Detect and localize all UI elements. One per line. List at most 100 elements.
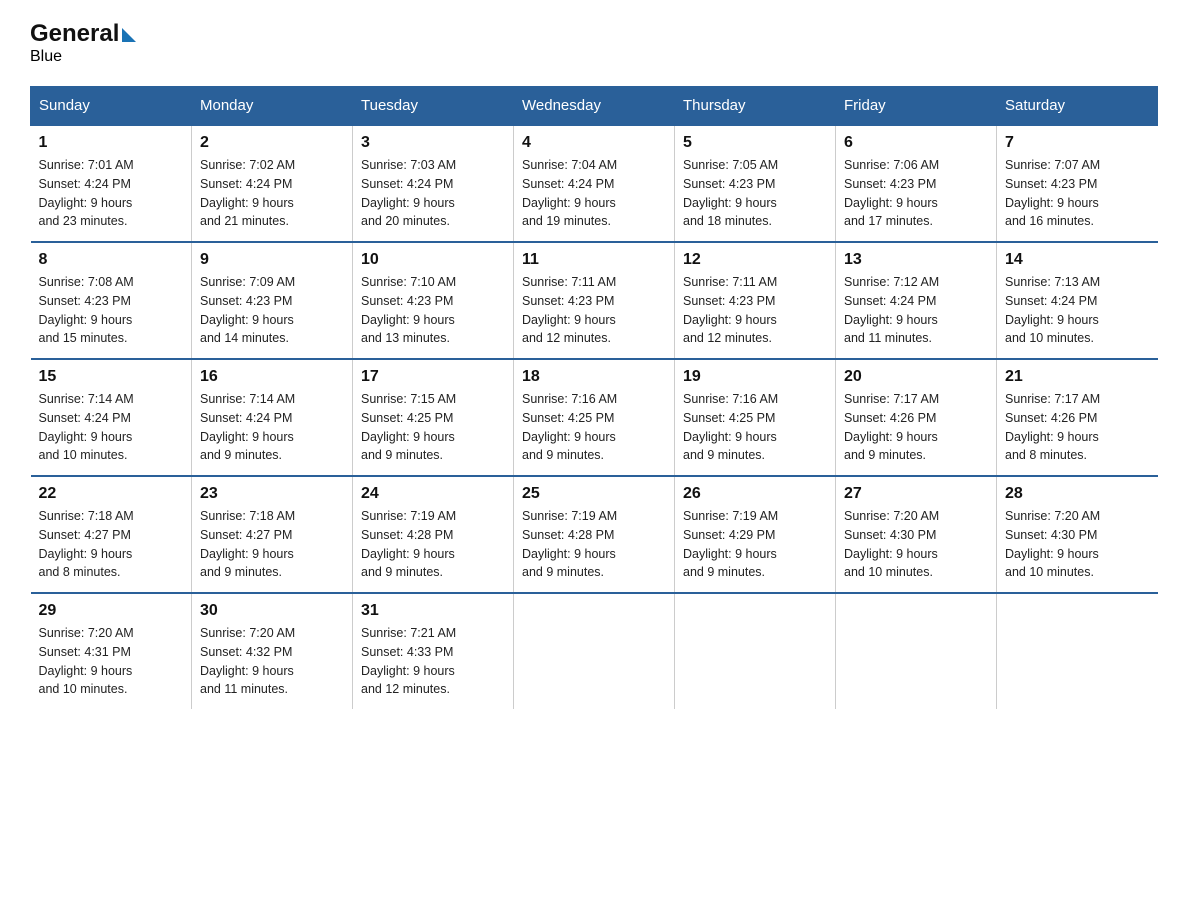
day-info: Sunrise: 7:20 AMSunset: 4:30 PMDaylight:… (1005, 507, 1150, 582)
day-number: 11 (522, 251, 666, 269)
calendar-cell: 23 Sunrise: 7:18 AMSunset: 4:27 PMDayligh… (192, 476, 353, 593)
calendar-cell: 20Sunrise: 7:17 AMSunset: 4:26 PMDayligh… (836, 359, 997, 476)
day-number: 1 (39, 134, 184, 152)
day-number: 28 (1005, 485, 1150, 503)
calendar-cell: 10 Sunrise: 7:10 AMSunset: 4:23 PMDayligh… (353, 242, 514, 359)
logo-blue-text: Blue (30, 48, 62, 66)
day-info: Sunrise: 7:20 AMSunset: 4:31 PMDaylight:… (39, 624, 184, 699)
header-day-tuesday: Tuesday (353, 87, 514, 126)
day-number: 27 (844, 485, 988, 503)
calendar-cell: 9Sunrise: 7:09 AMSunset: 4:23 PMDaylight… (192, 242, 353, 359)
calendar-cell: 17 Sunrise: 7:15 AMSunset: 4:25 PMDayligh… (353, 359, 514, 476)
calendar-cell: 21Sunrise: 7:17 AMSunset: 4:26 PMDayligh… (997, 359, 1158, 476)
calendar-header-row: SundayMondayTuesdayWednesdayThursdayFrid… (31, 87, 1158, 126)
day-info: Sunrise: 7:12 AMSunset: 4:24 PMDaylight:… (844, 273, 988, 348)
day-number: 13 (844, 251, 988, 269)
day-info: Sunrise: 7:02 AMSunset: 4:24 PMDaylight:… (200, 156, 344, 231)
day-number: 15 (39, 368, 184, 386)
calendar-cell: 14 Sunrise: 7:13 AMSunset: 4:24 PMDayligh… (997, 242, 1158, 359)
header-day-saturday: Saturday (997, 87, 1158, 126)
day-number: 31 (361, 602, 505, 620)
calendar-cell: 28 Sunrise: 7:20 AMSunset: 4:30 PMDayligh… (997, 476, 1158, 593)
calendar-cell: 16Sunrise: 7:14 AMSunset: 4:24 PMDayligh… (192, 359, 353, 476)
calendar-cell: 7 Sunrise: 7:07 AMSunset: 4:23 PMDaylight… (997, 125, 1158, 242)
day-info: Sunrise: 7:16 AMSunset: 4:25 PMDaylight:… (522, 390, 666, 465)
day-info: Sunrise: 7:10 AMSunset: 4:23 PMDaylight:… (361, 273, 505, 348)
day-number: 23 (200, 485, 344, 503)
calendar-cell: 1 Sunrise: 7:01 AMSunset: 4:24 PMDaylight… (31, 125, 192, 242)
day-number: 12 (683, 251, 827, 269)
day-info: Sunrise: 7:03 AMSunset: 4:24 PMDaylight:… (361, 156, 505, 231)
day-info: Sunrise: 7:20 AMSunset: 4:30 PMDaylight:… (844, 507, 988, 582)
day-info: Sunrise: 7:04 AMSunset: 4:24 PMDaylight:… (522, 156, 666, 231)
calendar-week-row: 8Sunrise: 7:08 AMSunset: 4:23 PMDaylight… (31, 242, 1158, 359)
calendar-week-row: 15 Sunrise: 7:14 AMSunset: 4:24 PMDayligh… (31, 359, 1158, 476)
logo: General Blue (30, 20, 136, 66)
calendar-week-row: 1 Sunrise: 7:01 AMSunset: 4:24 PMDaylight… (31, 125, 1158, 242)
calendar-cell: 6 Sunrise: 7:06 AMSunset: 4:23 PMDaylight… (836, 125, 997, 242)
day-number: 7 (1005, 134, 1150, 152)
day-info: Sunrise: 7:15 AMSunset: 4:25 PMDaylight:… (361, 390, 505, 465)
calendar-cell: 22Sunrise: 7:18 AMSunset: 4:27 PMDayligh… (31, 476, 192, 593)
calendar-cell: 12 Sunrise: 7:11 AMSunset: 4:23 PMDayligh… (675, 242, 836, 359)
day-info: Sunrise: 7:11 AMSunset: 4:23 PMDaylight:… (522, 273, 666, 348)
calendar-week-row: 22 Sunrise: 7:18 AMSunset: 4:27 PMDayligh… (31, 476, 1158, 593)
day-info: Sunrise: 7:18 AMSunset: 4:27 PMDaylight:… (200, 507, 344, 582)
day-number: 6 (844, 134, 988, 152)
day-info: Sunrise: 7:11 AMSunset: 4:23 PMDaylight:… (683, 273, 827, 348)
calendar-cell: 24 Sunrise: 7:19 AMSunset: 4:28 PMDayligh… (353, 476, 514, 593)
header-day-friday: Friday (836, 87, 997, 126)
day-number: 21 (1005, 368, 1150, 386)
day-number: 17 (361, 368, 505, 386)
calendar-cell: 5 Sunrise: 7:05 AMSunset: 4:23 PMDaylight… (675, 125, 836, 242)
day-number: 2 (200, 134, 344, 152)
day-info: Sunrise: 7:01 AMSunset: 4:24 PMDaylight:… (39, 156, 184, 231)
calendar-table: SundayMondayTuesdayWednesdayThursdayFrid… (30, 86, 1158, 709)
header-day-monday: Monday (192, 87, 353, 126)
calendar-cell: 11 Sunrise: 7:11 AMSunset: 4:23 PMDayligh… (514, 242, 675, 359)
header-day-sunday: Sunday (31, 87, 192, 126)
day-info: Sunrise: 7:06 AMSunset: 4:23 PMDaylight:… (844, 156, 988, 231)
calendar-cell: 18Sunrise: 7:16 AMSunset: 4:25 PMDayligh… (514, 359, 675, 476)
day-number: 3 (361, 134, 505, 152)
day-number: 22 (39, 485, 184, 503)
header-day-thursday: Thursday (675, 87, 836, 126)
day-number: 10 (361, 251, 505, 269)
day-number: 14 (1005, 251, 1150, 269)
day-number: 24 (361, 485, 505, 503)
day-info: Sunrise: 7:05 AMSunset: 4:23 PMDaylight:… (683, 156, 827, 231)
day-info: Sunrise: 7:13 AMSunset: 4:24 PMDaylight:… (1005, 273, 1150, 348)
day-info: Sunrise: 7:21 AMSunset: 4:33 PMDaylight:… (361, 624, 505, 699)
calendar-cell (997, 593, 1158, 709)
calendar-cell: 25Sunrise: 7:19 AMSunset: 4:28 PMDayligh… (514, 476, 675, 593)
day-info: Sunrise: 7:19 AMSunset: 4:28 PMDaylight:… (522, 507, 666, 582)
day-info: Sunrise: 7:20 AMSunset: 4:32 PMDaylight:… (200, 624, 344, 699)
calendar-cell (836, 593, 997, 709)
calendar-cell: 19Sunrise: 7:16 AMSunset: 4:25 PMDayligh… (675, 359, 836, 476)
logo-general-text: General (30, 20, 119, 48)
calendar-cell: 8Sunrise: 7:08 AMSunset: 4:23 PMDaylight… (31, 242, 192, 359)
day-info: Sunrise: 7:07 AMSunset: 4:23 PMDaylight:… (1005, 156, 1150, 231)
day-number: 4 (522, 134, 666, 152)
page-header: General Blue (30, 20, 1158, 66)
day-info: Sunrise: 7:14 AMSunset: 4:24 PMDaylight:… (200, 390, 344, 465)
calendar-week-row: 29Sunrise: 7:20 AMSunset: 4:31 PMDayligh… (31, 593, 1158, 709)
day-info: Sunrise: 7:19 AMSunset: 4:28 PMDaylight:… (361, 507, 505, 582)
day-info: Sunrise: 7:09 AMSunset: 4:23 PMDaylight:… (200, 273, 344, 348)
day-info: Sunrise: 7:14 AMSunset: 4:24 PMDaylight:… (39, 390, 184, 465)
calendar-cell (675, 593, 836, 709)
day-number: 26 (683, 485, 827, 503)
day-number: 20 (844, 368, 988, 386)
calendar-cell: 15 Sunrise: 7:14 AMSunset: 4:24 PMDayligh… (31, 359, 192, 476)
day-number: 30 (200, 602, 344, 620)
day-number: 5 (683, 134, 827, 152)
day-number: 19 (683, 368, 827, 386)
calendar-cell: 2 Sunrise: 7:02 AMSunset: 4:24 PMDaylight… (192, 125, 353, 242)
calendar-cell: 4 Sunrise: 7:04 AMSunset: 4:24 PMDaylight… (514, 125, 675, 242)
calendar-cell (514, 593, 675, 709)
calendar-cell: 26Sunrise: 7:19 AMSunset: 4:29 PMDayligh… (675, 476, 836, 593)
day-info: Sunrise: 7:08 AMSunset: 4:23 PMDaylight:… (39, 273, 184, 348)
logo-arrow-icon (122, 28, 136, 42)
calendar-cell: 3 Sunrise: 7:03 AMSunset: 4:24 PMDaylight… (353, 125, 514, 242)
calendar-cell: 13 Sunrise: 7:12 AMSunset: 4:24 PMDayligh… (836, 242, 997, 359)
